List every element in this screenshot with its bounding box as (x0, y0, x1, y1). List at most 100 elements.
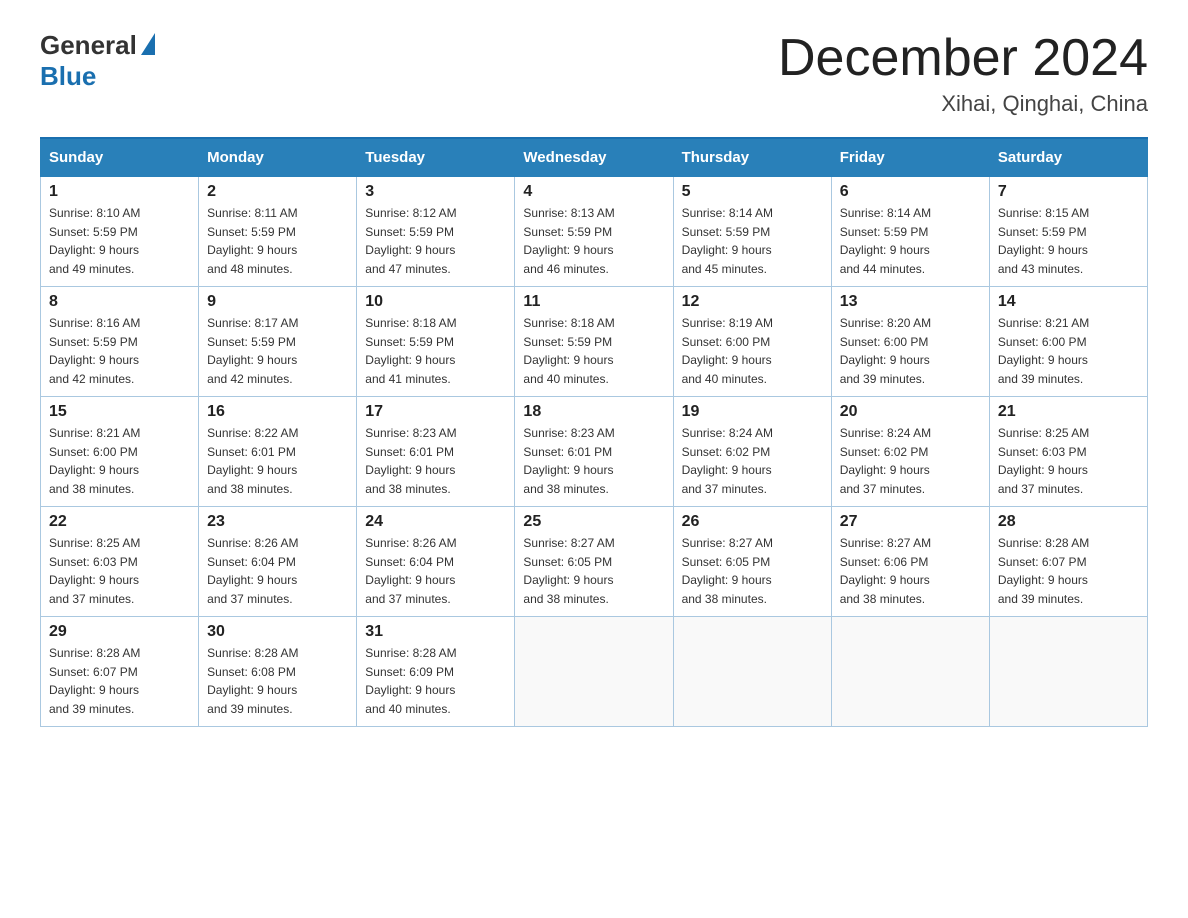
calendar-week-row: 22Sunrise: 8:25 AMSunset: 6:03 PMDayligh… (41, 507, 1148, 617)
calendar-cell: 3 Sunrise: 8:12 AMSunset: 5:59 PMDaylight… (357, 177, 515, 287)
calendar-cell: 18 Sunrise: 8:23 AMSunset: 6:01 PMDayligh… (515, 397, 673, 507)
logo: General Blue (40, 30, 155, 92)
day-number: 24 (365, 513, 506, 531)
logo-blue-text: Blue (40, 61, 96, 91)
day-info: Sunrise: 8:21 AMSunset: 6:00 PMDaylight:… (49, 424, 190, 498)
day-info: Sunrise: 8:24 AMSunset: 6:02 PMDaylight:… (682, 424, 823, 498)
calendar-cell: 16Sunrise: 8:22 AMSunset: 6:01 PMDayligh… (199, 397, 357, 507)
calendar-cell: 4 Sunrise: 8:13 AMSunset: 5:59 PMDaylight… (515, 177, 673, 287)
header-wednesday: Wednesday (515, 138, 673, 177)
calendar-week-row: 15 Sunrise: 8:21 AMSunset: 6:00 PMDayligh… (41, 397, 1148, 507)
calendar-week-row: 1Sunrise: 8:10 AMSunset: 5:59 PMDaylight… (41, 177, 1148, 287)
day-info: Sunrise: 8:27 AMSunset: 6:06 PMDaylight:… (840, 534, 981, 608)
calendar-header-row: SundayMondayTuesdayWednesdayThursdayFrid… (41, 138, 1148, 177)
calendar-cell: 10Sunrise: 8:18 AMSunset: 5:59 PMDayligh… (357, 287, 515, 397)
day-number: 30 (207, 623, 348, 641)
calendar-cell: 23 Sunrise: 8:26 AMSunset: 6:04 PMDayligh… (199, 507, 357, 617)
day-number: 12 (682, 293, 823, 311)
day-number: 31 (365, 623, 506, 641)
calendar-cell: 21Sunrise: 8:25 AMSunset: 6:03 PMDayligh… (989, 397, 1147, 507)
day-number: 8 (49, 293, 190, 311)
day-number: 17 (365, 403, 506, 421)
day-info: Sunrise: 8:26 AMSunset: 6:04 PMDaylight:… (365, 534, 506, 608)
calendar-cell (515, 617, 673, 727)
calendar-cell: 15 Sunrise: 8:21 AMSunset: 6:00 PMDayligh… (41, 397, 199, 507)
day-number: 27 (840, 513, 981, 531)
day-info: Sunrise: 8:13 AMSunset: 5:59 PMDaylight:… (523, 204, 664, 278)
day-number: 23 (207, 513, 348, 531)
calendar-title: December 2024 (778, 30, 1148, 87)
calendar-table: SundayMondayTuesdayWednesdayThursdayFrid… (40, 137, 1148, 727)
day-number: 9 (207, 293, 348, 311)
day-info: Sunrise: 8:15 AMSunset: 5:59 PMDaylight:… (998, 204, 1139, 278)
day-number: 11 (523, 293, 664, 311)
calendar-cell: 25 Sunrise: 8:27 AMSunset: 6:05 PMDayligh… (515, 507, 673, 617)
day-info: Sunrise: 8:17 AMSunset: 5:59 PMDaylight:… (207, 314, 348, 388)
day-number: 26 (682, 513, 823, 531)
day-number: 29 (49, 623, 190, 641)
day-number: 21 (998, 403, 1139, 421)
calendar-cell (989, 617, 1147, 727)
day-number: 10 (365, 293, 506, 311)
day-number: 25 (523, 513, 664, 531)
calendar-cell: 30 Sunrise: 8:28 AMSunset: 6:08 PMDayligh… (199, 617, 357, 727)
day-number: 22 (49, 513, 190, 531)
day-info: Sunrise: 8:23 AMSunset: 6:01 PMDaylight:… (365, 424, 506, 498)
calendar-week-row: 29 Sunrise: 8:28 AMSunset: 6:07 PMDayligh… (41, 617, 1148, 727)
day-number: 19 (682, 403, 823, 421)
day-number: 28 (998, 513, 1139, 531)
header-saturday: Saturday (989, 138, 1147, 177)
calendar-cell: 9 Sunrise: 8:17 AMSunset: 5:59 PMDaylight… (199, 287, 357, 397)
calendar-cell: 26 Sunrise: 8:27 AMSunset: 6:05 PMDayligh… (673, 507, 831, 617)
calendar-cell: 11Sunrise: 8:18 AMSunset: 5:59 PMDayligh… (515, 287, 673, 397)
day-info: Sunrise: 8:11 AMSunset: 5:59 PMDaylight:… (207, 204, 348, 278)
calendar-cell: 19 Sunrise: 8:24 AMSunset: 6:02 PMDayligh… (673, 397, 831, 507)
calendar-cell: 5 Sunrise: 8:14 AMSunset: 5:59 PMDaylight… (673, 177, 831, 287)
calendar-cell: 28Sunrise: 8:28 AMSunset: 6:07 PMDayligh… (989, 507, 1147, 617)
day-info: Sunrise: 8:20 AMSunset: 6:00 PMDaylight:… (840, 314, 981, 388)
calendar-cell: 12Sunrise: 8:19 AMSunset: 6:00 PMDayligh… (673, 287, 831, 397)
day-number: 4 (523, 183, 664, 201)
calendar-cell: 7 Sunrise: 8:15 AMSunset: 5:59 PMDaylight… (989, 177, 1147, 287)
day-info: Sunrise: 8:28 AMSunset: 6:08 PMDaylight:… (207, 644, 348, 718)
calendar-cell: 20Sunrise: 8:24 AMSunset: 6:02 PMDayligh… (831, 397, 989, 507)
calendar-subtitle: Xihai, Qinghai, China (778, 91, 1148, 117)
header-tuesday: Tuesday (357, 138, 515, 177)
day-number: 7 (998, 183, 1139, 201)
day-info: Sunrise: 8:28 AMSunset: 6:07 PMDaylight:… (49, 644, 190, 718)
day-number: 18 (523, 403, 664, 421)
day-info: Sunrise: 8:26 AMSunset: 6:04 PMDaylight:… (207, 534, 348, 608)
title-section: December 2024 Xihai, Qinghai, China (778, 30, 1148, 117)
logo-triangle-icon (141, 33, 155, 55)
day-info: Sunrise: 8:14 AMSunset: 5:59 PMDaylight:… (840, 204, 981, 278)
calendar-cell: 31Sunrise: 8:28 AMSunset: 6:09 PMDayligh… (357, 617, 515, 727)
day-number: 14 (998, 293, 1139, 311)
day-info: Sunrise: 8:23 AMSunset: 6:01 PMDaylight:… (523, 424, 664, 498)
header-monday: Monday (199, 138, 357, 177)
day-info: Sunrise: 8:27 AMSunset: 6:05 PMDaylight:… (523, 534, 664, 608)
day-number: 6 (840, 183, 981, 201)
day-info: Sunrise: 8:22 AMSunset: 6:01 PMDaylight:… (207, 424, 348, 498)
calendar-cell (673, 617, 831, 727)
calendar-cell (831, 617, 989, 727)
page-header: General Blue December 2024 Xihai, Qingha… (40, 30, 1148, 117)
calendar-cell: 17 Sunrise: 8:23 AMSunset: 6:01 PMDayligh… (357, 397, 515, 507)
day-number: 20 (840, 403, 981, 421)
header-friday: Friday (831, 138, 989, 177)
day-info: Sunrise: 8:12 AMSunset: 5:59 PMDaylight:… (365, 204, 506, 278)
calendar-cell: 22Sunrise: 8:25 AMSunset: 6:03 PMDayligh… (41, 507, 199, 617)
day-info: Sunrise: 8:21 AMSunset: 6:00 PMDaylight:… (998, 314, 1139, 388)
calendar-cell: 6 Sunrise: 8:14 AMSunset: 5:59 PMDaylight… (831, 177, 989, 287)
day-info: Sunrise: 8:27 AMSunset: 6:05 PMDaylight:… (682, 534, 823, 608)
day-number: 3 (365, 183, 506, 201)
day-info: Sunrise: 8:16 AMSunset: 5:59 PMDaylight:… (49, 314, 190, 388)
day-number: 15 (49, 403, 190, 421)
header-sunday: Sunday (41, 138, 199, 177)
day-info: Sunrise: 8:14 AMSunset: 5:59 PMDaylight:… (682, 204, 823, 278)
calendar-cell: 24 Sunrise: 8:26 AMSunset: 6:04 PMDayligh… (357, 507, 515, 617)
day-number: 5 (682, 183, 823, 201)
logo-general-text: General (40, 30, 137, 61)
calendar-cell: 14 Sunrise: 8:21 AMSunset: 6:00 PMDayligh… (989, 287, 1147, 397)
calendar-cell: 27 Sunrise: 8:27 AMSunset: 6:06 PMDayligh… (831, 507, 989, 617)
day-info: Sunrise: 8:10 AMSunset: 5:59 PMDaylight:… (49, 204, 190, 278)
